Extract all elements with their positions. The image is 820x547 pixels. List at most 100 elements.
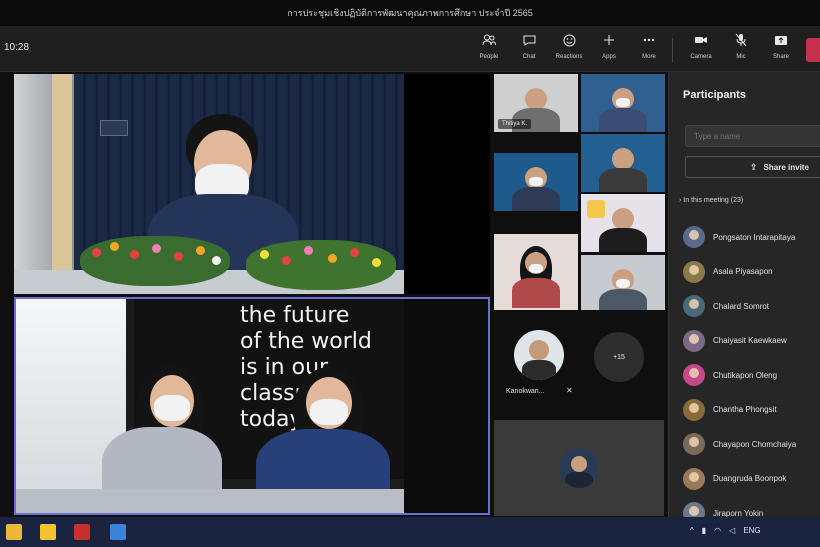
mic-off-icon: ✕ (566, 386, 573, 395)
list-item[interactable]: Chalard Somrot (683, 289, 820, 324)
share-invite-label: Share invite (763, 162, 809, 172)
reactions-label: Reactions (555, 54, 583, 60)
in-meeting-section-header[interactable]: › In this meeting (23) (679, 197, 743, 204)
people-button[interactable]: People (474, 32, 504, 66)
participant-name: Pongsaton Intarapitaya (713, 232, 796, 242)
board-line: the future (240, 303, 350, 328)
folder-icon[interactable] (40, 524, 56, 540)
people-icon (481, 32, 497, 48)
list-item[interactable]: Asala Piyasapon (683, 255, 820, 290)
flower-arrangement (246, 240, 396, 290)
more-label: More (642, 54, 656, 60)
more-participants-count: +15 (613, 353, 625, 361)
camera-label: Camera (690, 54, 712, 60)
avatar (683, 467, 705, 490)
avatar (683, 329, 705, 352)
video-stage: the future of the world is in our classr… (0, 72, 668, 517)
title-bar: การประชุมเชิงปฏิบัติการพัฒนาคุณภาพการศึก… (0, 0, 820, 26)
list-item[interactable]: Chaiyasit Kaewkaew (683, 324, 820, 359)
wifi-icon: ◠ (714, 526, 722, 535)
participant-video-tile[interactable]: Thitiya K. (494, 74, 578, 132)
share-icon (773, 32, 789, 48)
video-background (404, 299, 488, 513)
avatar (683, 260, 705, 283)
self-view-tile[interactable] (494, 420, 664, 516)
battery-icon: ▮ (701, 526, 707, 535)
more-button[interactable]: More (634, 32, 664, 66)
leave-button[interactable] (806, 38, 820, 62)
apps-icon (601, 32, 617, 48)
participant-video-tile[interactable] (581, 194, 665, 252)
camera-button[interactable]: Camera (686, 32, 716, 66)
avatar (683, 364, 705, 387)
video-background (52, 74, 72, 294)
participant-search-input[interactable] (685, 125, 820, 147)
participant-name: Chaiyasit Kaewkaew (713, 336, 787, 346)
meeting-toolbar: 10:28 People Chat Reactions Apps More Ca… (0, 26, 820, 72)
chevron-up-icon: ^ (690, 526, 694, 535)
list-item[interactable]: Duangruda Boonpok (683, 462, 820, 497)
meeting-title: การประชุมเชิงปฏิบัติการพัฒนาคุณภาพการศึก… (287, 8, 533, 18)
mic-icon (733, 32, 749, 48)
avatar (683, 398, 705, 421)
chat-icon (521, 32, 537, 48)
mic-label: Mic (736, 54, 746, 60)
more-icon (641, 32, 657, 48)
participant-avatar[interactable] (514, 330, 564, 380)
apps-button[interactable]: Apps (594, 32, 624, 66)
list-item[interactable]: Chayapon Chomchaiya (683, 427, 820, 462)
main-video-bottom[interactable]: the future of the world is in our classr… (14, 297, 490, 515)
avatar (683, 226, 705, 249)
avatar (683, 433, 705, 456)
flower-arrangement (80, 236, 230, 286)
section-label: In this meeting (23) (683, 197, 744, 204)
panel-title: Participants (683, 89, 746, 101)
list-item[interactable]: Chutikapon Oleng (683, 358, 820, 393)
list-item[interactable]: Chantha Phongsit (683, 393, 820, 428)
mic-button[interactable]: Mic (726, 32, 756, 66)
self-avatar (559, 448, 599, 488)
share-invite-button[interactable]: ⇪ Share invite (685, 156, 820, 178)
participant-name: Chantha Phongsit (713, 405, 777, 415)
share-label: Share (772, 54, 789, 60)
participant-name: Asala Piyasapon (713, 267, 773, 277)
toolbar-divider (672, 38, 673, 62)
language-indicator: ENG (743, 526, 761, 535)
participant-name: Duangruda Boonpok (713, 474, 787, 484)
participant-name: Chutikapon Oleng (713, 370, 778, 380)
reactions-icon (561, 32, 577, 48)
participant-name: Chayapon Chomchaiya (713, 439, 797, 449)
participants-panel: Participants ⇪ Share invite › In this me… (668, 72, 820, 525)
apps-label: Apps (602, 54, 616, 60)
windows-taskbar: ^ ▮ ◠ ◁ ENG (0, 517, 820, 547)
participant-name-label: Thitiya K. (498, 119, 532, 129)
file-explorer-icon[interactable] (6, 524, 22, 540)
person-add-icon: ⇪ (750, 161, 758, 172)
more-participants-indicator[interactable]: +15 (594, 332, 644, 382)
volume-icon: ◁ (729, 526, 736, 535)
board-line: of the world (240, 329, 372, 354)
participant-name-label: Kanokwan... (506, 388, 545, 395)
participant-video-tile[interactable] (494, 234, 578, 310)
chevron-down-icon: › (679, 197, 682, 204)
camera-icon (693, 32, 709, 48)
sticker (587, 200, 605, 218)
participant-video-tile[interactable] (581, 255, 665, 310)
participant-video-tile[interactable] (581, 74, 665, 132)
participant-name: Chalard Somrot (713, 301, 770, 311)
acrobat-icon[interactable] (74, 524, 90, 540)
app-icon[interactable] (110, 524, 126, 540)
main-video-top[interactable] (14, 74, 490, 294)
meeting-timer: 10:28 (4, 42, 30, 53)
share-button[interactable]: Share (766, 32, 796, 66)
participant-list: Pongsaton Intarapitaya Asala Piyasapon C… (683, 220, 820, 531)
participant-video-tile[interactable] (494, 153, 578, 211)
list-item[interactable]: Pongsaton Intarapitaya (683, 220, 820, 255)
chat-label: Chat (522, 54, 536, 60)
people-label: People (479, 54, 499, 60)
teams-meeting-window: การประชุมเชิงปฏิบัติการพัฒนาคุณภาพการศึก… (0, 0, 820, 547)
participant-video-tile[interactable] (581, 134, 665, 192)
system-tray[interactable]: ^ ▮ ◠ ◁ ENG (690, 526, 761, 535)
chat-button[interactable]: Chat (514, 32, 544, 66)
reactions-button[interactable]: Reactions (554, 32, 584, 66)
